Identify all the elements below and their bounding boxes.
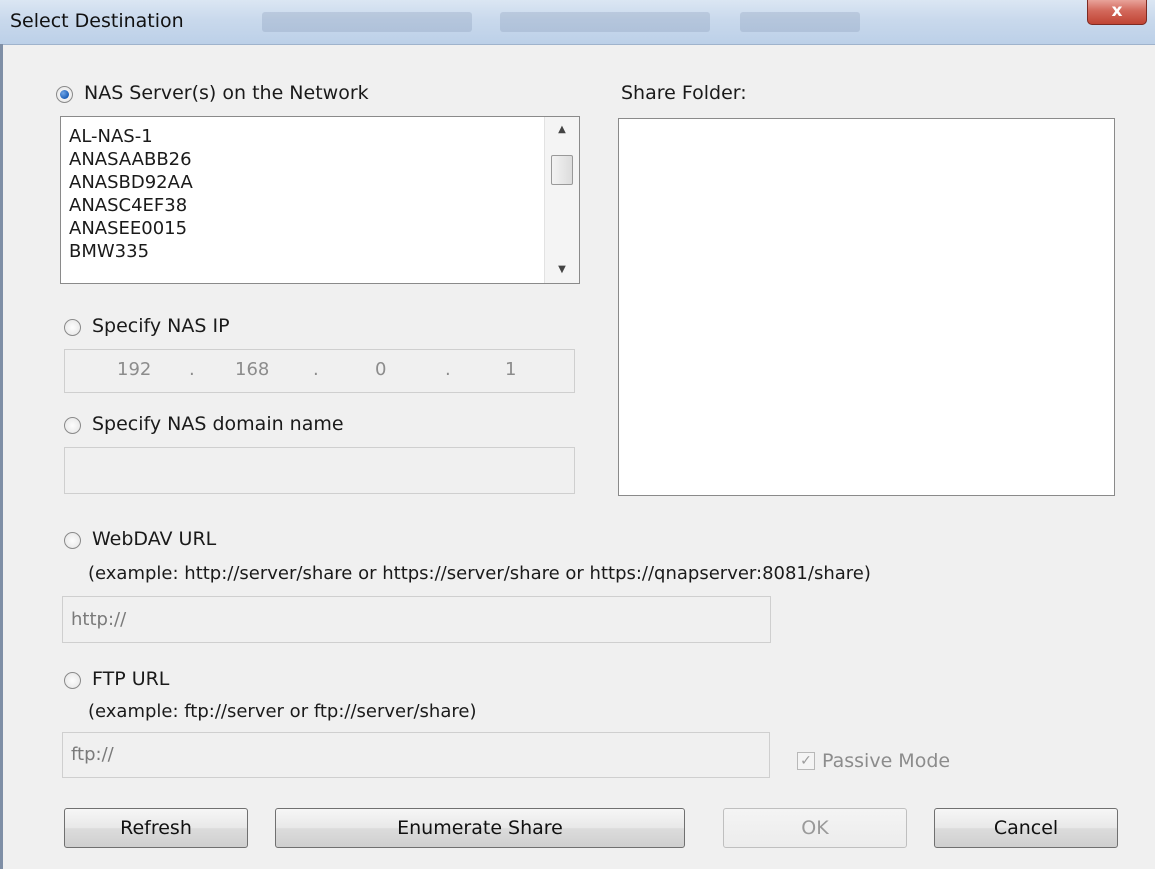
webdav-radio[interactable] xyxy=(64,532,81,549)
ip-dot: . xyxy=(445,359,451,380)
ip-octet-2: 168 xyxy=(235,359,270,380)
nas-ip-label: Specify NAS IP xyxy=(92,315,230,337)
title-bar: Select Destination x xyxy=(0,0,1155,45)
nas-domain-label: Specify NAS domain name xyxy=(92,413,344,435)
nas-servers-radio[interactable] xyxy=(56,86,73,103)
ip-dot: . xyxy=(313,359,319,380)
ip-octet-4: 1 xyxy=(505,359,517,380)
ftp-label: FTP URL xyxy=(92,668,170,690)
passive-mode-checkbox[interactable]: ✓ xyxy=(797,752,815,770)
webdav-url-input[interactable]: http:// xyxy=(62,596,771,643)
share-folder-tree[interactable] xyxy=(618,118,1115,496)
ok-button[interactable]: OK xyxy=(723,808,907,848)
ip-dot: . xyxy=(189,359,195,380)
nas-ip-radio[interactable] xyxy=(64,319,81,336)
cancel-button[interactable]: Cancel xyxy=(934,808,1118,848)
nas-domain-input[interactable] xyxy=(64,447,575,494)
nas-server-items: AL-NAS-1 ANASAABB26 ANASBD92AA ANASC4EF38 AN… xyxy=(69,125,539,263)
passive-mode-label: Passive Mode xyxy=(822,750,951,772)
list-item[interactable]: ANASBD92AA xyxy=(69,171,539,194)
background-toolbar-ghost xyxy=(500,12,710,32)
list-scrollbar[interactable]: ▲ ▼ xyxy=(544,117,579,283)
checkmark-icon: ✓ xyxy=(800,753,812,769)
scroll-up-icon[interactable]: ▲ xyxy=(545,119,579,141)
list-item[interactable]: AL-NAS-1 xyxy=(69,125,539,148)
ip-octet-3: 0 xyxy=(375,359,387,380)
ftp-radio[interactable] xyxy=(64,672,81,689)
list-item[interactable]: ANASEE0015 xyxy=(69,217,539,240)
nas-ip-field[interactable]: 192 . 168 . 0 . 1 xyxy=(64,349,575,393)
background-toolbar-ghost xyxy=(740,12,860,32)
nas-servers-label: NAS Server(s) on the Network xyxy=(84,82,369,104)
close-button[interactable]: x xyxy=(1087,0,1147,25)
ip-octet-1: 192 xyxy=(117,359,152,380)
nas-domain-radio[interactable] xyxy=(64,417,81,434)
background-toolbar-ghost xyxy=(262,12,472,32)
webdav-example: (example: http://server/share or https:/… xyxy=(88,563,871,584)
close-icon: x xyxy=(1111,1,1123,21)
share-folder-label: Share Folder: xyxy=(621,82,747,104)
refresh-button[interactable]: Refresh xyxy=(64,808,248,848)
ftp-example: (example: ftp://server or ftp://server/s… xyxy=(88,701,477,722)
scroll-thumb[interactable] xyxy=(551,155,573,185)
list-item[interactable]: ANASC4EF38 xyxy=(69,194,539,217)
window-title: Select Destination xyxy=(10,10,184,32)
list-item[interactable]: ANASAABB26 xyxy=(69,148,539,171)
webdav-label: WebDAV URL xyxy=(92,528,217,550)
ftp-url-input[interactable]: ftp:// xyxy=(62,732,770,778)
scroll-down-icon[interactable]: ▼ xyxy=(545,259,579,281)
enumerate-share-button[interactable]: Enumerate Share xyxy=(275,808,685,848)
dialog-body: NAS Server(s) on the Network AL-NAS-1 ANA… xyxy=(0,44,1155,869)
nas-server-list[interactable]: AL-NAS-1 ANASAABB26 ANASBD92AA ANASC4EF38 AN… xyxy=(60,116,580,284)
list-item[interactable]: BMW335 xyxy=(69,240,539,263)
